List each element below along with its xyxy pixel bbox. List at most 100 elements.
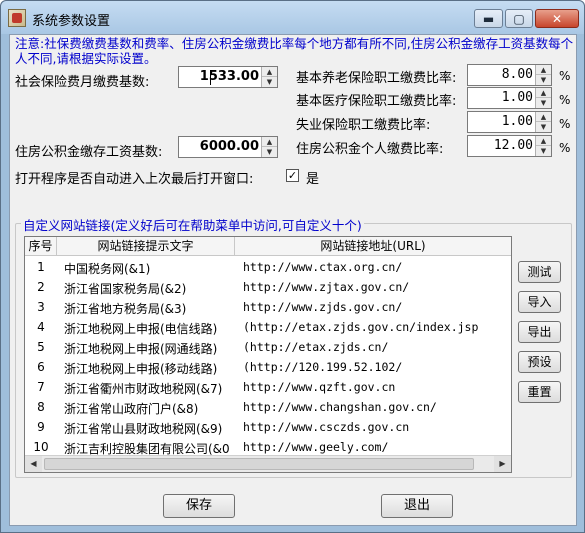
minimize-button[interactable]: ▬	[474, 9, 503, 28]
row-name[interactable]: 中国税务网(&1)	[64, 260, 150, 277]
pension-rate-value[interactable]: 8.00	[502, 67, 533, 82]
table-row[interactable]: 10 浙江吉利控股集团有限公司(&0 http://www.geely.com/	[25, 437, 511, 457]
medical-rate-value[interactable]: 1.00	[502, 90, 533, 105]
housing-base-spinner[interactable]: 6000.00 ▲ ▼	[178, 136, 278, 158]
table-row[interactable]: 6 浙江地税网上申报(移动线路) (http://120.199.52.102/	[25, 357, 511, 377]
table-header: 序号 网站链接提示文字 网站链接地址(URL)	[25, 237, 511, 256]
row-name[interactable]: 浙江省衢州市财政地税网(&7)	[64, 380, 222, 397]
spin-up-icon[interactable]: ▲	[536, 88, 551, 98]
row-url[interactable]: http://www.geely.com/	[243, 440, 389, 454]
row-num: 6	[37, 360, 45, 374]
medical-rate-spinner[interactable]: 1.00 ▲ ▼	[467, 87, 552, 109]
spin-down-icon[interactable]: ▼	[262, 77, 277, 87]
table-row[interactable]: 3 浙江省地方税务局(&3) http://www.zjds.gov.cn/	[25, 297, 511, 317]
social-base-spin-buttons[interactable]: ▲ ▼	[261, 67, 277, 87]
housing-rate-spin-buttons[interactable]: ▲ ▼	[535, 136, 551, 156]
spin-up-icon[interactable]: ▲	[536, 65, 551, 75]
row-url[interactable]: http://www.ctax.org.cn/	[243, 260, 403, 274]
social-base-label: 社会保险费月缴费基数:	[15, 75, 150, 90]
auto-open-option-label[interactable]: 是	[306, 168, 319, 187]
row-num: 2	[37, 280, 45, 294]
row-name[interactable]: 浙江省地方税务局(&3)	[64, 300, 186, 317]
horizontal-scrollbar[interactable]: ◀ ▶	[25, 455, 511, 472]
table-row[interactable]: 5 浙江地税网上申报(网通线路) (http://etax.zjds.cn/	[25, 337, 511, 357]
table-row[interactable]: 7 浙江省衢州市财政地税网(&7) http://www.qzft.gov.cn	[25, 377, 511, 397]
exit-button[interactable]: 退出	[381, 494, 453, 518]
scrollbar-thumb[interactable]	[44, 458, 474, 470]
row-name[interactable]: 浙江省国家税务局(&2)	[64, 280, 186, 297]
row-url[interactable]: http://www.qzft.gov.cn	[243, 380, 396, 394]
spin-down-icon[interactable]: ▼	[536, 122, 551, 132]
row-num: 4	[37, 320, 45, 334]
column-header-num[interactable]: 序号	[25, 237, 57, 256]
close-button[interactable]: ✕	[535, 9, 579, 28]
notice-text: 注意:社保费缴费基数和费率、住房公积金缴费比率每个地方都有所不同,住房公积金缴存…	[15, 36, 574, 66]
reset-button[interactable]: 重置	[518, 381, 561, 403]
spin-down-icon[interactable]: ▼	[536, 98, 551, 108]
table-row[interactable]: 9 浙江省常山县财政地税网(&9) http://www.csczds.gov.…	[25, 417, 511, 437]
medical-rate-label: 基本医疗保险职工缴费比率:	[296, 94, 457, 109]
table-row[interactable]: 1 中国税务网(&1) http://www.ctax.org.cn/	[25, 257, 511, 277]
row-num: 5	[37, 340, 45, 354]
housing-rate-unit: %	[559, 141, 571, 155]
pension-rate-spin-buttons[interactable]: ▲ ▼	[535, 65, 551, 85]
import-button[interactable]: 导入	[518, 291, 561, 313]
table-row[interactable]: 8 浙江省常山政府门户(&8) http://www.changshan.gov…	[25, 397, 511, 417]
row-num: 3	[37, 300, 45, 314]
spin-down-icon[interactable]: ▼	[262, 147, 277, 157]
pension-rate-spinner[interactable]: 8.00 ▲ ▼	[467, 64, 552, 86]
unemployment-rate-spinner[interactable]: 1.00 ▲ ▼	[467, 111, 552, 133]
row-num: 9	[37, 420, 45, 434]
housing-base-value[interactable]: 6000.00	[200, 139, 259, 154]
scroll-left-icon[interactable]: ◀	[25, 456, 42, 472]
row-url[interactable]: http://www.zjtax.gov.cn/	[243, 280, 410, 294]
unemployment-rate-spin-buttons[interactable]: ▲ ▼	[535, 112, 551, 132]
maximize-button[interactable]: ▢	[505, 9, 533, 28]
window-title: 系统参数设置	[32, 14, 111, 29]
table-row[interactable]: 4 浙江地税网上申报(电信线路) (http://etax.zjds.gov.c…	[25, 317, 511, 337]
title-bar[interactable]: 系统参数设置 ▬ ▢ ✕	[1, 1, 584, 34]
export-button[interactable]: 导出	[518, 321, 561, 343]
row-url[interactable]: http://www.csczds.gov.cn	[243, 420, 410, 434]
row-url[interactable]: (http://etax.zjds.cn/	[243, 340, 389, 354]
spin-up-icon[interactable]: ▲	[262, 67, 277, 77]
row-name[interactable]: 浙江省常山政府门户(&8)	[64, 400, 198, 417]
row-num: 10	[33, 440, 49, 454]
spin-up-icon[interactable]: ▲	[262, 137, 277, 147]
preset-button[interactable]: 预设	[518, 351, 561, 373]
column-header-url[interactable]: 网站链接地址(URL)	[235, 237, 511, 256]
housing-rate-value[interactable]: 12.00	[494, 138, 533, 153]
app-icon	[8, 9, 26, 27]
auto-open-label: 打开程序是否自动进入上次最后打开窗口:	[15, 172, 254, 187]
auto-open-checkbox[interactable]: ✓	[286, 169, 299, 182]
row-name[interactable]: 浙江地税网上申报(移动线路)	[64, 360, 217, 377]
scroll-right-icon[interactable]: ▶	[494, 456, 511, 472]
test-button[interactable]: 测试	[518, 261, 561, 283]
row-url[interactable]: (http://etax.zjds.gov.cn/index.jsp	[243, 320, 479, 334]
row-url[interactable]: http://www.zjds.gov.cn/	[243, 300, 403, 314]
table-row[interactable]: 2 浙江省国家税务局(&2) http://www.zjtax.gov.cn/	[25, 277, 511, 297]
row-name[interactable]: 浙江地税网上申报(网通线路)	[64, 340, 217, 357]
row-url[interactable]: (http://120.199.52.102/	[243, 360, 403, 374]
row-url[interactable]: http://www.changshan.gov.cn/	[243, 400, 437, 414]
housing-base-spin-buttons[interactable]: ▲ ▼	[261, 137, 277, 157]
unemployment-rate-value[interactable]: 1.00	[502, 114, 533, 129]
pension-rate-unit: %	[559, 69, 571, 83]
spin-down-icon[interactable]: ▼	[536, 146, 551, 156]
social-base-spinner[interactable]: 1533.00 ▲ ▼	[178, 66, 278, 88]
social-base-value[interactable]: 1533.00	[200, 69, 259, 84]
spin-down-icon[interactable]: ▼	[536, 75, 551, 85]
row-name[interactable]: 浙江地税网上申报(电信线路)	[64, 320, 217, 337]
spin-up-icon[interactable]: ▲	[536, 136, 551, 146]
save-button[interactable]: 保存	[163, 494, 235, 518]
dialog-body: 注意:社保费缴费基数和费率、住房公积金缴费比率每个地方都有所不同,住房公积金缴存…	[9, 34, 577, 526]
spin-up-icon[interactable]: ▲	[536, 112, 551, 122]
row-name[interactable]: 浙江省常山县财政地税网(&9)	[64, 420, 222, 437]
unemployment-rate-unit: %	[559, 117, 571, 131]
medical-rate-spin-buttons[interactable]: ▲ ▼	[535, 88, 551, 108]
row-num: 7	[37, 380, 45, 394]
housing-rate-spinner[interactable]: 12.00 ▲ ▼	[467, 135, 552, 157]
settings-window: 系统参数设置 ▬ ▢ ✕ 注意:社保费缴费基数和费率、住房公积金缴费比率每个地方…	[0, 0, 585, 533]
links-table[interactable]: 序号 网站链接提示文字 网站链接地址(URL) 1 中国税务网(&1) http…	[24, 236, 512, 473]
column-header-name[interactable]: 网站链接提示文字	[57, 237, 235, 256]
